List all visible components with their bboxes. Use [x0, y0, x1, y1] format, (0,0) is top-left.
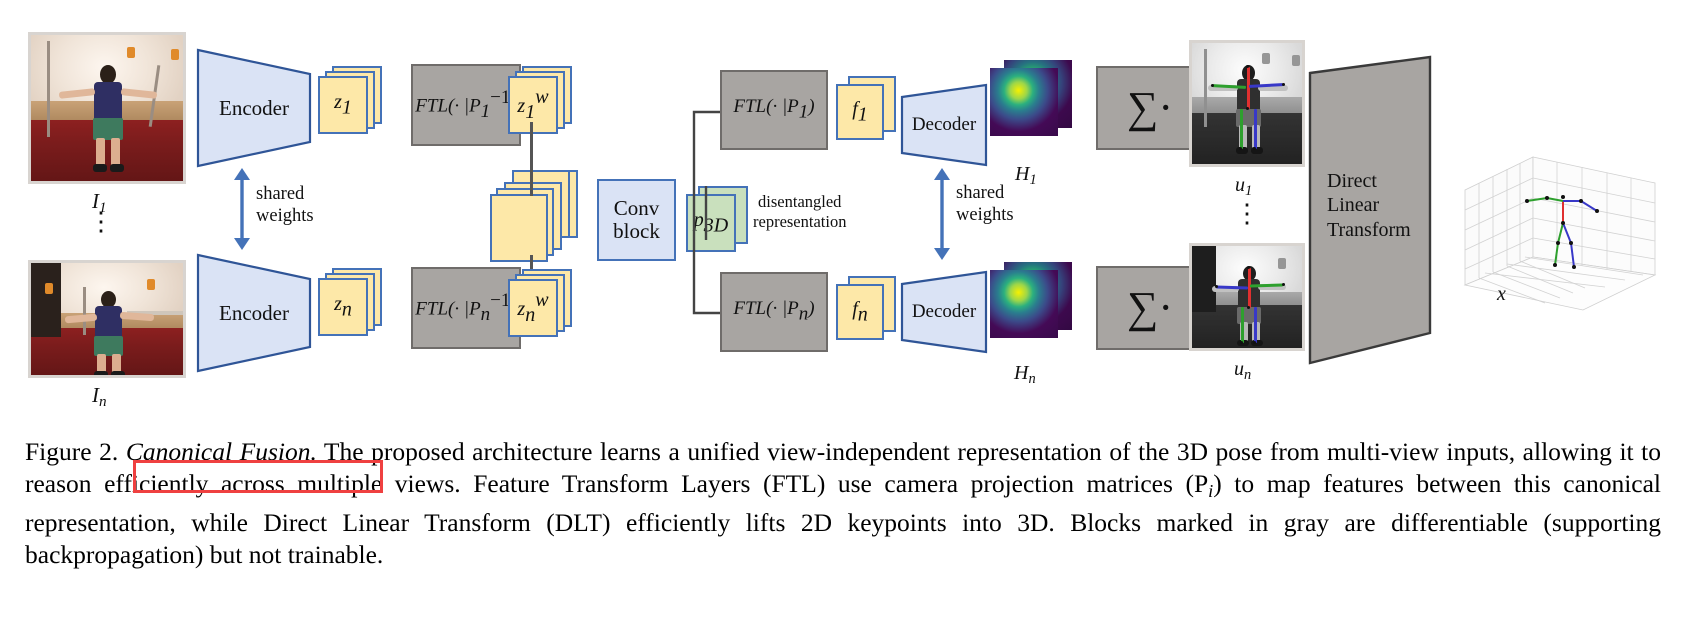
disentangled-representation-label: disentangled representation: [753, 192, 847, 231]
ftl-forward-block-1: FTL(· |P1): [720, 70, 828, 150]
ftl-inverse-block-1: FTL(· |P1−1): [411, 64, 521, 146]
keypoint-un-label: un: [1234, 358, 1252, 384]
latent-z1-stack: z1: [318, 66, 384, 138]
ftl-forward-1-label: FTL(· |P1): [733, 96, 815, 123]
sum-block-n: ∑·: [1096, 266, 1204, 350]
decoder-n-label: Decoder: [911, 301, 977, 322]
sum-block-1: ∑·: [1096, 66, 1204, 150]
keypoint-image-u1: [1189, 40, 1305, 167]
output-3d-plot: [1455, 145, 1670, 320]
keypoint-image-un: [1189, 243, 1305, 351]
keypoints-vertical-dots: ⋮: [1234, 199, 1260, 228]
decoder-1-label: Decoder: [911, 114, 977, 135]
sum-block-1-label: ∑·: [1126, 83, 1174, 132]
conv-block-line2: block: [613, 219, 660, 243]
inputs-vertical-dots: ⋮: [88, 207, 114, 236]
heatmap-hn-group: [990, 262, 1082, 350]
conv-block: Conv block: [597, 179, 676, 261]
output-3d-label: x: [1497, 283, 1506, 305]
keypoint-u1-label: u1: [1235, 174, 1253, 200]
ftl-inverse-block-n: FTL(· |Pn−1): [411, 267, 521, 349]
ftl-forward-block-n: FTL(· |Pn): [720, 272, 828, 352]
caption-prefix: Figure 2.: [25, 437, 119, 466]
dlt-label: Direct Linear Transform: [1327, 170, 1411, 241]
latent-zn-stack: zn: [318, 268, 384, 340]
encoder-1-label: Encoder: [219, 95, 289, 120]
ftl-inverse-n-label: FTL(· |Pn−1): [415, 289, 516, 326]
feature-fn-label: fn: [852, 297, 868, 326]
connector-z1w-to-merged: [530, 122, 533, 196]
canonical-znw-stack: znw: [508, 269, 574, 341]
shared-weights-arrow-encoder: [228, 168, 256, 250]
decoder-1: Decoder: [900, 83, 988, 167]
input-photo-n: [28, 260, 186, 378]
shared-weights-label-encoder: shared weights: [256, 184, 314, 226]
latent-zn-label: zn: [334, 292, 352, 321]
latent-z1-label: z1: [334, 90, 352, 119]
conv-block-line1: Conv: [613, 196, 660, 221]
skeleton-overlay-u1: [1192, 43, 1302, 164]
encoder-1: Encoder: [196, 48, 312, 168]
canonical-z1w-stack: z1w: [508, 66, 574, 138]
sum-block-n-label: ∑·: [1126, 283, 1174, 332]
feature-fn-stack: fn: [836, 276, 898, 346]
encoder-n-label: Encoder: [219, 300, 289, 325]
canonical-z1w-label: z1w: [517, 86, 549, 123]
input-image-n-label: In: [92, 383, 107, 411]
heatmap-hn-label: Hn: [1014, 362, 1036, 388]
encoder-n: Encoder: [196, 253, 312, 373]
feature-f1-label: f1: [852, 97, 868, 126]
shared-weights-arrow-decoder: [928, 168, 956, 260]
decoder-n: Decoder: [900, 270, 988, 354]
heatmap-h1-group: [990, 60, 1082, 148]
ftl-forward-n-label: FTL(· |Pn): [733, 298, 815, 325]
shared-weights-label-decoder: shared weights: [956, 183, 1014, 225]
caption-title: Canonical Fusion.: [125, 437, 317, 466]
feature-f1-stack: f1: [836, 76, 898, 146]
skeleton-overlay-un: [1192, 246, 1302, 348]
canonical-znw-label: znw: [517, 289, 549, 326]
input-photo-1: [28, 32, 186, 184]
ftl-inverse-1-label: FTL(· |P1−1): [415, 86, 516, 123]
architecture-figure: I1 ⋮ In Encoder shared weights z1 FTL(· …: [0, 0, 1683, 430]
figure-caption: Figure 2. Canonical Fusion. The proposed…: [25, 436, 1661, 570]
merged-canonical-stack: [490, 170, 590, 270]
heatmap-h1-label: H1: [1015, 163, 1037, 189]
